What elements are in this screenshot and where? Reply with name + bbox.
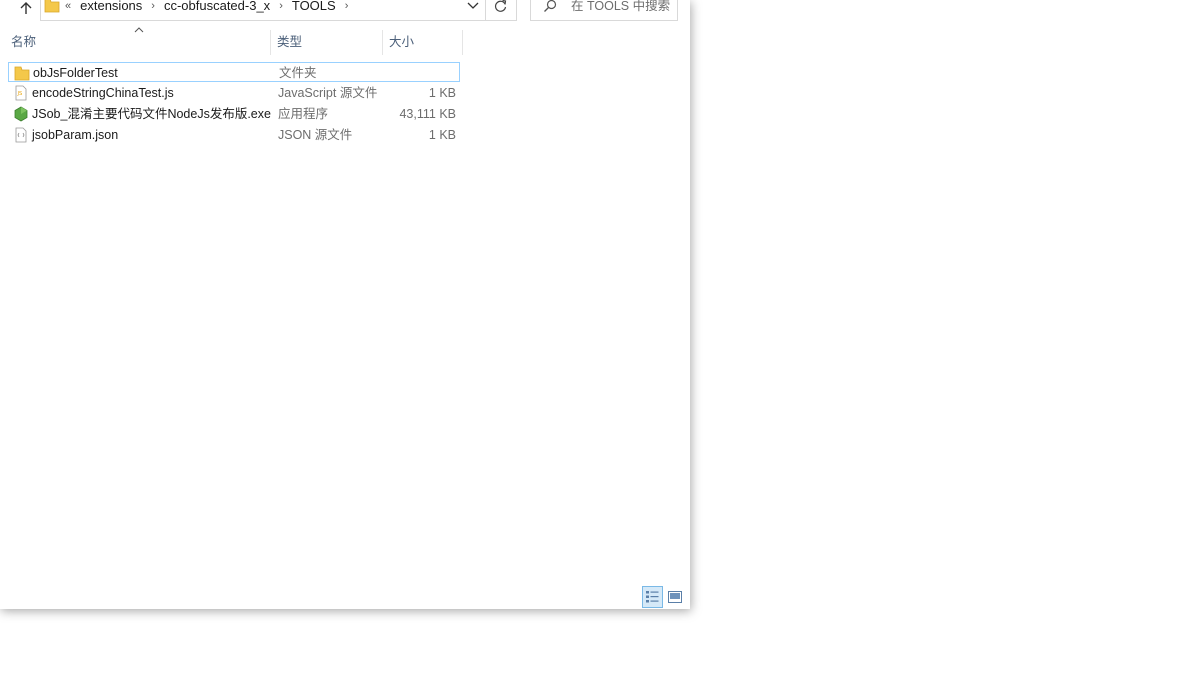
js-file-icon: JS <box>15 85 27 101</box>
json-file-icon <box>15 127 27 143</box>
file-row[interactable]: JS encodeStringChinaTest.js JavaScript 源… <box>8 83 460 103</box>
large-icons-view-icon <box>667 591 682 603</box>
column-header-size[interactable]: 大小 <box>384 30 463 55</box>
search-icon <box>544 0 557 12</box>
up-button[interactable] <box>14 0 38 18</box>
file-name: JSob_混淆主要代码文件NodeJs发布版.exe <box>32 107 271 121</box>
explorer-window: « extensions › cc-obfuscated-3_x › TOOLS… <box>0 0 690 609</box>
refresh-icon <box>495 0 507 12</box>
breadcrumb-overflow[interactable]: « <box>65 0 80 13</box>
column-header-name[interactable]: 名称 <box>0 30 271 55</box>
file-name: obJsFolderTest <box>33 66 118 80</box>
file-size: 43,111 KB <box>399 107 456 121</box>
file-type: JSON 源文件 <box>278 128 353 142</box>
large-icons-view-button[interactable] <box>664 586 685 608</box>
up-arrow-icon <box>20 2 32 14</box>
file-name: encodeStringChinaTest.js <box>32 86 174 100</box>
nodejs-exe-icon <box>14 106 28 122</box>
folder-icon <box>44 0 60 13</box>
details-view-icon <box>646 591 659 603</box>
breadcrumb-separator[interactable]: › <box>142 0 164 13</box>
address-bar[interactable]: « extensions › cc-obfuscated-3_x › TOOLS… <box>40 0 486 21</box>
breadcrumb-item-tools[interactable]: TOOLS <box>292 0 336 13</box>
file-type: JavaScript 源文件 <box>278 86 378 100</box>
file-size: 1 KB <box>428 86 456 100</box>
breadcrumb-item-cc-obfuscated[interactable]: cc-obfuscated-3_x <box>164 0 270 13</box>
breadcrumb: « extensions › cc-obfuscated-3_x › TOOLS… <box>65 0 357 13</box>
file-type: 应用程序 <box>278 107 329 121</box>
file-size: 1 KB <box>428 128 456 142</box>
file-row[interactable]: JSob_混淆主要代码文件NodeJs发布版.exe 应用程序 43,111 K… <box>8 104 460 124</box>
svg-text:JS: JS <box>17 91 23 97</box>
file-row[interactable]: jsobParam.json JSON 源文件 1 KB <box>8 125 460 145</box>
breadcrumb-separator[interactable]: › <box>270 0 292 13</box>
address-dropdown-button[interactable] <box>464 0 482 13</box>
navigation-bar: « extensions › cc-obfuscated-3_x › TOOLS… <box>0 0 690 22</box>
folder-icon <box>14 66 30 81</box>
refresh-button[interactable] <box>486 0 517 21</box>
column-header-type[interactable]: 类型 <box>272 30 383 55</box>
details-view-button[interactable] <box>642 586 663 608</box>
file-name: jsobParam.json <box>32 128 119 142</box>
breadcrumb-separator[interactable]: › <box>336 0 358 13</box>
search-box[interactable]: 在 TOOLS 中搜索 <box>530 0 678 21</box>
file-type: 文件夹 <box>279 66 317 80</box>
search-placeholder: 在 TOOLS 中搜索 <box>571 0 671 13</box>
chevron-down-icon <box>467 2 479 9</box>
file-row[interactable]: obJsFolderTest 文件夹 <box>8 62 460 82</box>
breadcrumb-item-extensions[interactable]: extensions <box>80 0 142 13</box>
